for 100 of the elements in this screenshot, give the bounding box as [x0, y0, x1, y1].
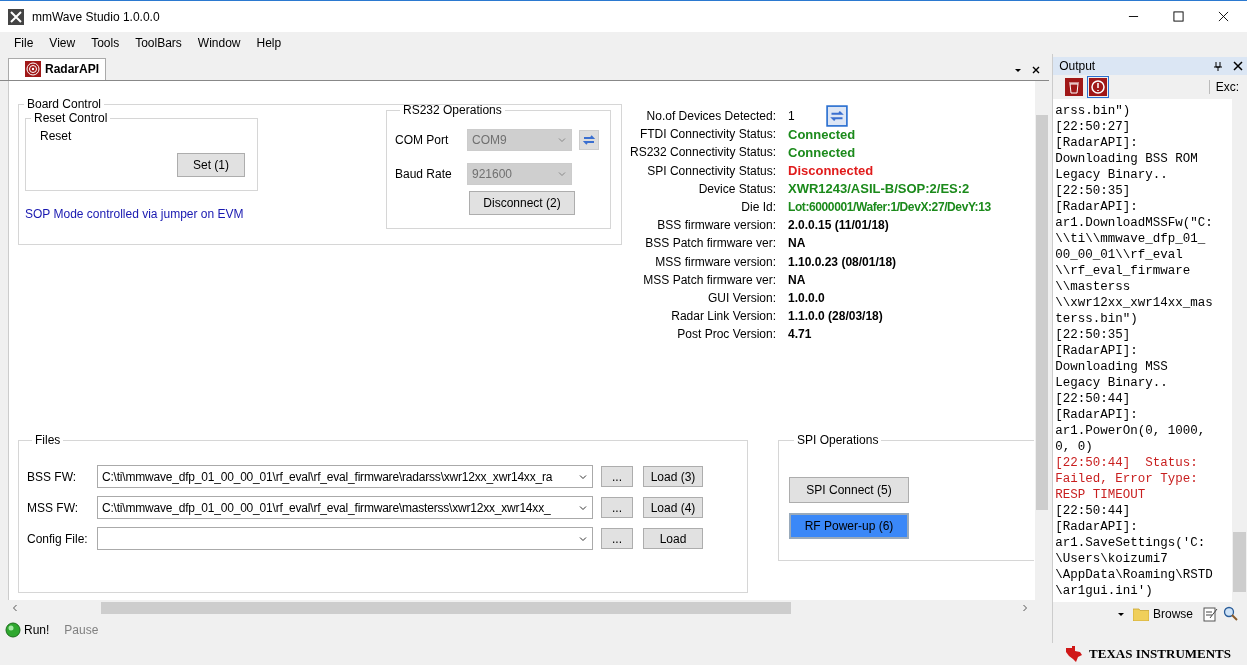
log-line: [22:50:35]: [1055, 327, 1132, 343]
disconnect-button[interactable]: Disconnect (2): [469, 191, 575, 215]
run-button[interactable]: Run!: [24, 623, 50, 637]
file-path-dropdown[interactable]: C:\ti\mmwave_dfp_01_00_00_01\rf_eval\rf_eval_firmware\masterss\xwr12xx_xwr14xx_: [97, 496, 593, 519]
sop-mode-note: SOP Mode controlled via jumper on EVM: [25, 207, 245, 221]
app-icon: [8, 8, 24, 25]
panel-title: Output: [1059, 59, 1097, 73]
log-line: \Users\koizumi7: [1055, 551, 1169, 567]
info-label: RS232 Connectivity Status:: [630, 145, 776, 160]
pin-icon[interactable]: [1213, 61, 1223, 71]
close-icon[interactable]: [1233, 61, 1243, 71]
chevron-icon: [557, 135, 567, 145]
maximize-icon[interactable]: [1173, 11, 1184, 22]
log-line: [22:50:27]: [1055, 119, 1132, 135]
info-label: SPI Connectivity Status:: [646, 163, 776, 178]
log-line: Legacy Binary..: [1055, 375, 1169, 391]
log-line: 0, 0): [1055, 439, 1094, 455]
browse-button[interactable]: ...: [601, 466, 633, 487]
log-line: [RadarAPI]:: [1055, 407, 1139, 423]
reset-label: Reset: [40, 129, 73, 143]
info-value: 1.10.0.23 (08/01/18): [788, 254, 897, 269]
log-line: ar1.DownloadMSSFw("C:: [1055, 215, 1214, 231]
group-title: Board Control: [26, 97, 103, 111]
load-button[interactable]: Load: [643, 528, 703, 549]
browse-button[interactable]: Browse: [1153, 607, 1193, 621]
log-line: Downloading MSS: [1055, 359, 1169, 375]
info-value: Disconnected: [788, 163, 874, 179]
info-value: 4.71: [788, 327, 812, 342]
info-value: Lot:6000001/Wafer:1/DevX:27/DevY:13: [788, 200, 991, 215]
info-label: BSS Patch firmware ver:: [644, 236, 776, 251]
info-icon[interactable]: [1089, 78, 1108, 96]
spi-button[interactable]: RF Power-up (6): [789, 513, 909, 539]
load-button[interactable]: Load (3): [643, 466, 703, 487]
log-line: arss.bin"): [1055, 103, 1132, 119]
spi-button[interactable]: SPI Connect (5): [789, 477, 909, 503]
magnifier-icon[interactable]: [1223, 606, 1239, 622]
run-status-icon: [5, 622, 21, 638]
info-value: NA: [788, 236, 806, 251]
close-icon[interactable]: [1031, 65, 1042, 75]
window-title: mmWave Studio 1.0.0.0: [32, 9, 160, 24]
info-value: XWR1243/ASIL-B/SOP:2/ES:2: [788, 181, 970, 197]
info-label: MSS Patch firmware ver:: [642, 272, 776, 287]
close-icon[interactable]: [1218, 11, 1229, 22]
trash-icon[interactable]: [1065, 78, 1084, 96]
folder-icon: [1133, 607, 1149, 621]
info-label: Die Id:: [740, 200, 776, 215]
set-button[interactable]: Set (1): [177, 153, 245, 177]
menu-item[interactable]: Tools: [83, 36, 128, 50]
browse-button[interactable]: ...: [601, 528, 633, 549]
refresh-icon[interactable]: [826, 105, 848, 127]
info-value: 1.1.0.0 (28/03/18): [788, 309, 883, 324]
field-label: Baud Rate: [395, 167, 453, 181]
group-title: SPI Operations: [796, 433, 880, 447]
browse-button[interactable]: ...: [601, 497, 633, 518]
info-label: GUI Version:: [706, 290, 776, 305]
log-line: Legacy Binary..: [1055, 167, 1169, 183]
log-line: \ar1gui.ini'): [1055, 583, 1154, 599]
info-label: No.of Devices Detected:: [645, 109, 776, 124]
log-line: [RadarAPI]:: [1055, 343, 1139, 359]
log-line: [22:50:35]: [1055, 183, 1132, 199]
log-line: ar1.PowerOn(0, 1000,: [1055, 423, 1207, 439]
menu-item[interactable]: File: [6, 36, 42, 50]
file-path-dropdown[interactable]: C:\ti\mmwave_dfp_01_00_00_01\rf_eval\rf_eval_firmware\radarss\xwr12xx_xwr14xx_ra: [97, 465, 593, 488]
log-line: ar1.SaveSettings('C:: [1055, 535, 1207, 551]
info-value: 1: [788, 109, 795, 124]
chevron-icon: [557, 169, 567, 179]
log-line: Failed, Error Type:: [1055, 471, 1199, 487]
notepad-icon[interactable]: [1203, 606, 1219, 622]
info-label: Device Status:: [697, 181, 776, 196]
log-line: [RadarAPI]:: [1055, 199, 1139, 215]
group-title: RS232 Operations: [402, 103, 503, 117]
dropdown-icon[interactable]: [1117, 610, 1125, 618]
tab[interactable]: RadarAPI: [8, 58, 107, 80]
field-label: COM Port: [395, 133, 450, 147]
menu-item[interactable]: Help: [248, 36, 290, 50]
info-value: Connected: [788, 126, 856, 142]
info-label: Post Proc Version:: [676, 327, 776, 342]
log-line: \AppData\Roaming\RSTD: [1055, 567, 1214, 583]
filter-dropdown[interactable]: Exc:: [1208, 80, 1247, 94]
info-value: Connected: [788, 144, 856, 160]
radar-icon: [25, 61, 41, 77]
field-label: BSS FW:: [27, 469, 78, 484]
info-value: 1.0.0.0: [788, 290, 825, 305]
menu-item[interactable]: ToolBars: [127, 36, 190, 50]
group-title: Reset Control: [33, 111, 109, 125]
info-label: BSS firmware version:: [656, 218, 776, 233]
log-line: terss.bin"): [1055, 311, 1139, 327]
log-line: \\xwr12xx_xwr14xx_mas: [1055, 295, 1214, 311]
menu-item[interactable]: Window: [189, 36, 249, 50]
field-label: MSS FW:: [27, 500, 80, 515]
group-title: Files: [34, 433, 62, 447]
menu-item[interactable]: View: [41, 36, 84, 50]
vertical-scrollbar[interactable]: [1035, 81, 1050, 600]
log-line: 00_00_01\\rf_eval: [1055, 247, 1184, 263]
load-button[interactable]: Load (4): [643, 497, 703, 518]
brand-name: TEXAS INSTRUMENTS: [1089, 646, 1231, 662]
log-line: \\masterss: [1055, 279, 1132, 295]
field-label: Config File:: [27, 531, 89, 546]
info-label: MSS firmware version:: [654, 254, 776, 269]
info-label: Radar Link Version:: [670, 309, 776, 324]
